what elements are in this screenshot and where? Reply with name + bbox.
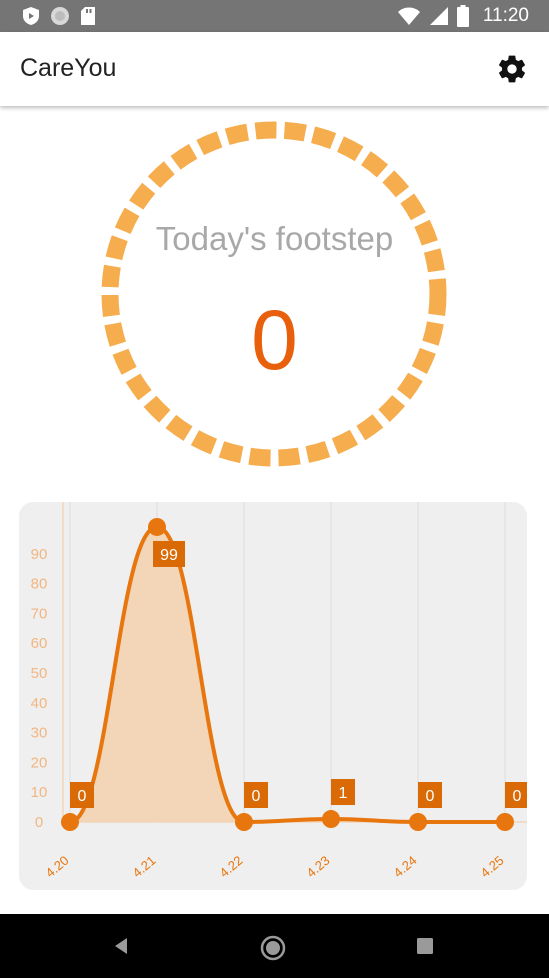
y-tick-label: 50 — [31, 665, 48, 682]
home-circle-icon[interactable] — [260, 935, 286, 961]
data-label: 1 — [339, 785, 348, 802]
status-time: 11:20 — [482, 5, 529, 26]
x-tick-label: 4.20 — [43, 853, 72, 881]
y-tick-label: 70 — [31, 605, 48, 622]
x-tick-label: 4.25 — [478, 853, 507, 881]
signal-icon — [429, 7, 448, 25]
status-bar: 11:20 — [0, 0, 549, 32]
series-area — [70, 526, 505, 822]
gear-icon — [499, 55, 525, 83]
y-tick-label: 0 — [35, 814, 43, 831]
data-point — [496, 813, 514, 831]
footstep-label: Today's footstep — [155, 220, 394, 257]
data-point — [148, 517, 166, 536]
y-tick-label: 20 — [31, 754, 48, 771]
footstep-chart-svg: 01020304050607080900990 1 0 04.20 4.21 4.22 4.… — [31, 502, 527, 881]
x-tick-label: 4.21 — [130, 853, 159, 881]
battery-icon — [456, 5, 469, 27]
data-label: 0 — [252, 788, 261, 805]
app-bar: CareYou — [0, 32, 549, 106]
y-tick-label: 10 — [31, 784, 48, 801]
footstep-count: 0 — [251, 293, 298, 387]
data-label: 99 — [160, 547, 178, 564]
footstep-chart: 0 10 20 30 40 50 60 70 80 90 0 99 0 1 0 0 4.20 4.21 4.22 4.… — [19, 502, 527, 890]
data-point — [61, 813, 79, 831]
data-point — [322, 810, 340, 829]
circle-status-icon — [51, 7, 69, 25]
shield-icon — [23, 7, 39, 25]
data-point — [409, 813, 427, 831]
settings-button[interactable] — [495, 52, 529, 86]
data-label: 0 — [426, 788, 435, 805]
navigation-bar — [0, 914, 549, 978]
data-point — [235, 813, 253, 831]
y-tick-label: 90 — [31, 546, 48, 563]
app-title: CareYou — [20, 54, 117, 82]
data-label: 0 — [513, 788, 522, 805]
y-tick-label: 40 — [31, 695, 48, 712]
back-triangle-icon[interactable] — [110, 934, 134, 958]
y-tick-label: 60 — [31, 635, 48, 652]
x-tick-label: 4.23 — [304, 853, 333, 881]
recents-square-icon[interactable] — [416, 937, 434, 955]
sd-card-icon — [81, 7, 95, 25]
y-tick-label: 80 — [31, 576, 48, 593]
x-tick-label: 4.22 — [217, 853, 246, 881]
y-tick-label: 30 — [31, 725, 48, 742]
data-label: 0 — [78, 788, 87, 805]
wifi-icon — [397, 7, 420, 25]
x-tick-label: 4.24 — [391, 853, 420, 881]
